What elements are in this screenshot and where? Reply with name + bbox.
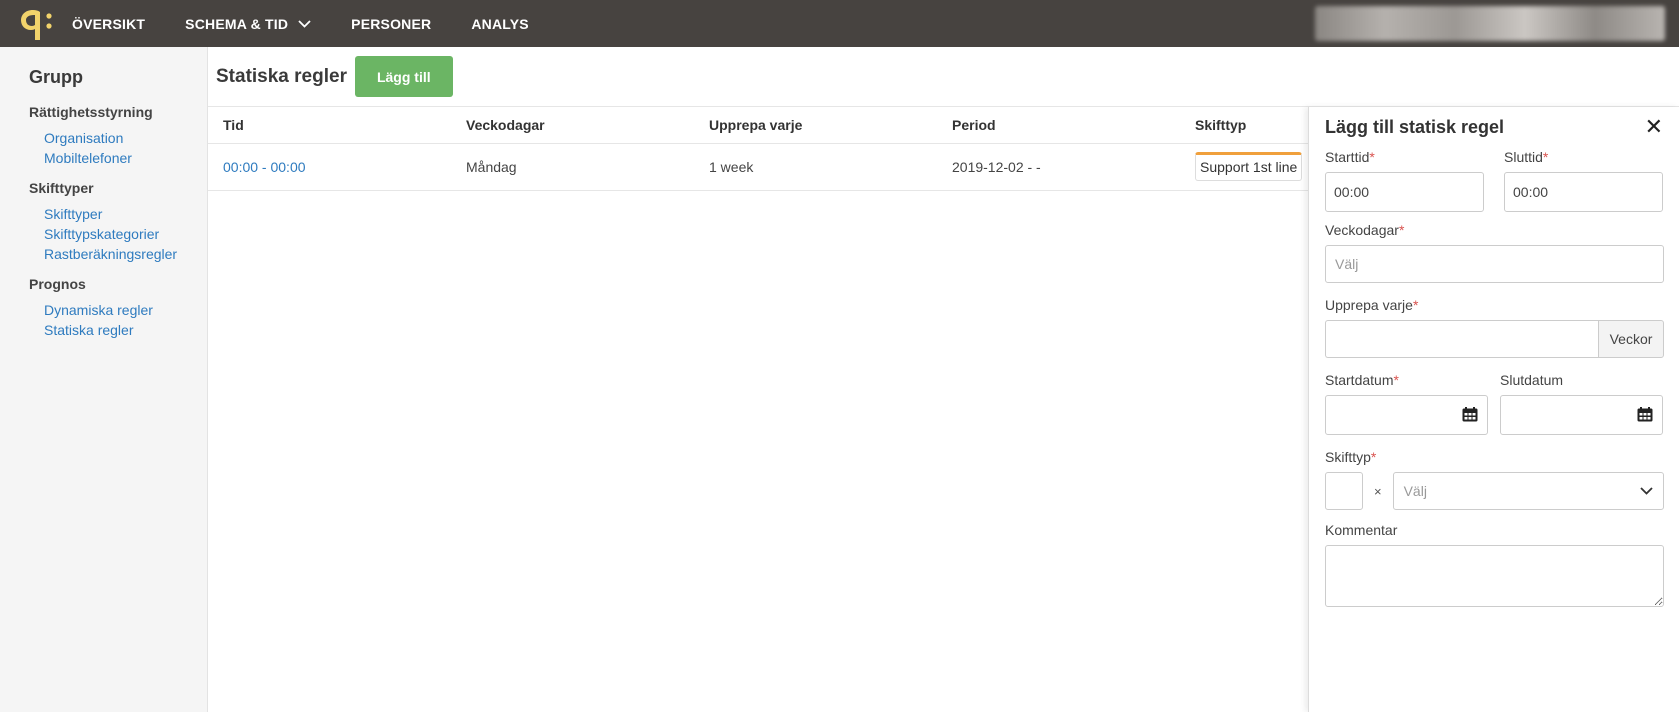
required-mark: *: [1370, 449, 1377, 465]
required-mark: *: [1393, 372, 1399, 388]
kommentar-group: Kommentar: [1325, 522, 1664, 612]
column-header-veckodagar[interactable]: Veckodagar: [451, 107, 694, 144]
cell-days: Måndag: [451, 143, 694, 191]
sidebar-group-skifttyper: Skifttyper Skifttyper Skifttypskategorie…: [29, 180, 207, 264]
page-title: Statiska regler: [216, 65, 347, 87]
nav-personer-label: PERSONER: [351, 15, 432, 32]
slutdatum-group: Slutdatum: [1500, 372, 1663, 435]
rule-time-link[interactable]: 00:00 - 00:00: [223, 159, 306, 175]
logo-icon: [21, 9, 52, 40]
sluttid-input[interactable]: [1504, 172, 1663, 212]
column-header-period[interactable]: Period: [937, 107, 1180, 144]
nav-analys-label: ANALYS: [471, 15, 529, 32]
required-mark: *: [1412, 297, 1419, 313]
add-rule-button[interactable]: Lägg till: [354, 56, 453, 97]
rules-table: Tid Veckodagar Upprepa varje Period Skif…: [208, 107, 1308, 191]
sidebar: Grupp Rättighetsstyrning Organisation Mo…: [0, 47, 208, 712]
shift-type-tag: Support 1st line: [1195, 152, 1303, 181]
sidebar-item-skifttyper[interactable]: Skifttyper: [44, 204, 207, 224]
table-row[interactable]: 00:00 - 00:00 Måndag 1 week 2019-12-02 -…: [208, 143, 1308, 191]
skifttyp-group: Skifttyp* × Välj: [1325, 449, 1664, 510]
kommentar-label: Kommentar: [1325, 522, 1398, 538]
startdatum-group: Startdatum*: [1325, 372, 1488, 435]
cell-shift: Support 1st line: [1180, 143, 1308, 191]
table-header-row: Tid Veckodagar Upprepa varje Period Skif…: [208, 107, 1308, 144]
sidebar-item-rastberakningsregler[interactable]: Rastberäkningsregler: [44, 244, 207, 264]
nav-oversikt-label: ÖVERSIKT: [72, 15, 146, 32]
upprepa-label-text: Upprepa varje: [1325, 297, 1413, 313]
column-header-skifttyp[interactable]: Skifttyp: [1180, 107, 1308, 144]
sidebar-item-organisation[interactable]: Organisation: [44, 128, 207, 148]
nav-oversikt[interactable]: ÖVERSIKT: [72, 16, 145, 32]
startdatum-label-text: Startdatum: [1325, 372, 1394, 388]
sidebar-section-label: Prognos: [29, 276, 86, 292]
calendar-icon[interactable]: [1637, 407, 1653, 422]
starttid-group: Starttid*: [1325, 149, 1484, 212]
user-menu-blurred[interactable]: [1315, 6, 1665, 41]
startdatum-field: [1325, 395, 1488, 435]
cell-time: 00:00 - 00:00: [208, 143, 451, 191]
skifttyp-select-placeholder: Välj: [1403, 483, 1427, 499]
starttid-input[interactable]: [1325, 172, 1484, 212]
slutdatum-label: Slutdatum: [1500, 372, 1564, 388]
nav-schema-tid[interactable]: SCHEMA & TID: [185, 16, 311, 32]
upprepa-group: Upprepa varje* Veckor: [1325, 297, 1664, 358]
veckodagar-label: Veckodagar*: [1325, 222, 1663, 238]
sluttid-group: Sluttid*: [1504, 149, 1663, 212]
required-mark: *: [1542, 149, 1549, 165]
calendar-icon[interactable]: [1462, 407, 1478, 422]
nav-schema-tid-label: SCHEMA & TID: [185, 15, 289, 32]
skifttyp-label-text: Skifttyp: [1325, 449, 1371, 465]
sidebar-item-statiska-regler[interactable]: Statiska regler: [44, 320, 207, 340]
upprepa-label: Upprepa varje*: [1325, 297, 1663, 313]
required-mark: *: [1398, 222, 1405, 238]
veckodagar-group: Veckodagar*: [1325, 222, 1664, 283]
nav-personer[interactable]: PERSONER: [351, 16, 431, 32]
upprepa-input[interactable]: [1325, 320, 1598, 358]
sidebar-title: Grupp: [29, 67, 83, 87]
slutdatum-field: [1500, 395, 1663, 435]
sidebar-group-rattighetsstyrning: Rättighetsstyrning Organisation Mobiltel…: [29, 104, 207, 168]
sidebar-item-dynamiska-regler[interactable]: Dynamiska regler: [44, 300, 207, 320]
skifttyp-select[interactable]: Välj: [1392, 472, 1664, 510]
starttid-label-text: Starttid: [1325, 149, 1370, 165]
chevron-down-icon: [298, 19, 311, 28]
sidebar-item-skifttypskategorier[interactable]: Skifttypskategorier: [44, 224, 207, 244]
veckodagar-label-text: Veckodagar: [1325, 222, 1399, 238]
app-logo[interactable]: [0, 0, 72, 47]
upprepa-unit: Veckor: [1598, 320, 1664, 358]
upprepa-input-group: Veckor: [1325, 320, 1664, 358]
close-icon[interactable]: ✕: [1645, 116, 1663, 138]
time-row: Starttid* Sluttid*: [1325, 149, 1663, 212]
nav-analys[interactable]: ANALYS: [471, 16, 528, 32]
multiply-icon: ×: [1374, 483, 1382, 499]
starttid-label: Starttid*: [1325, 149, 1484, 165]
veckodagar-select[interactable]: [1325, 245, 1664, 283]
sidebar-item-mobiltelefoner[interactable]: Mobiltelefoner: [44, 148, 207, 168]
cell-period: 2019-12-02 - -: [937, 143, 1180, 191]
startdatum-label: Startdatum*: [1325, 372, 1488, 388]
column-header-tid[interactable]: Tid: [208, 107, 451, 144]
sidebar-group-prognos: Prognos Dynamiska regler Statiska regler: [29, 276, 207, 340]
sluttid-label-text: Sluttid: [1504, 149, 1543, 165]
chevron-down-icon: [1640, 487, 1653, 495]
sidebar-section-label: Rättighetsstyrning: [29, 104, 153, 120]
skifttyp-quantity-input[interactable]: [1325, 472, 1363, 510]
kommentar-textarea[interactable]: [1325, 545, 1664, 607]
top-navigation: ÖVERSIKT SCHEMA & TID PERSONER ANALYS: [0, 0, 1679, 47]
panel-title: Lägg till statisk regel: [1325, 116, 1505, 137]
skifttyp-row: × Välj: [1325, 472, 1664, 510]
column-header-upprepa[interactable]: Upprepa varje: [694, 107, 937, 144]
sluttid-label: Sluttid*: [1504, 149, 1663, 165]
sidebar-section-label: Skifttyper: [29, 180, 94, 196]
page-header: Statiska regler Lägg till: [208, 47, 1679, 107]
required-mark: *: [1369, 149, 1375, 165]
cell-repeat: 1 week: [694, 143, 937, 191]
panel-header: Lägg till statisk regel ✕: [1325, 107, 1663, 147]
date-row: Startdatum* Slutdatum: [1325, 372, 1663, 435]
skifttyp-label: Skifttyp*: [1325, 449, 1663, 465]
add-rule-panel: Lägg till statisk regel ✕ Starttid* Slut…: [1308, 107, 1679, 712]
